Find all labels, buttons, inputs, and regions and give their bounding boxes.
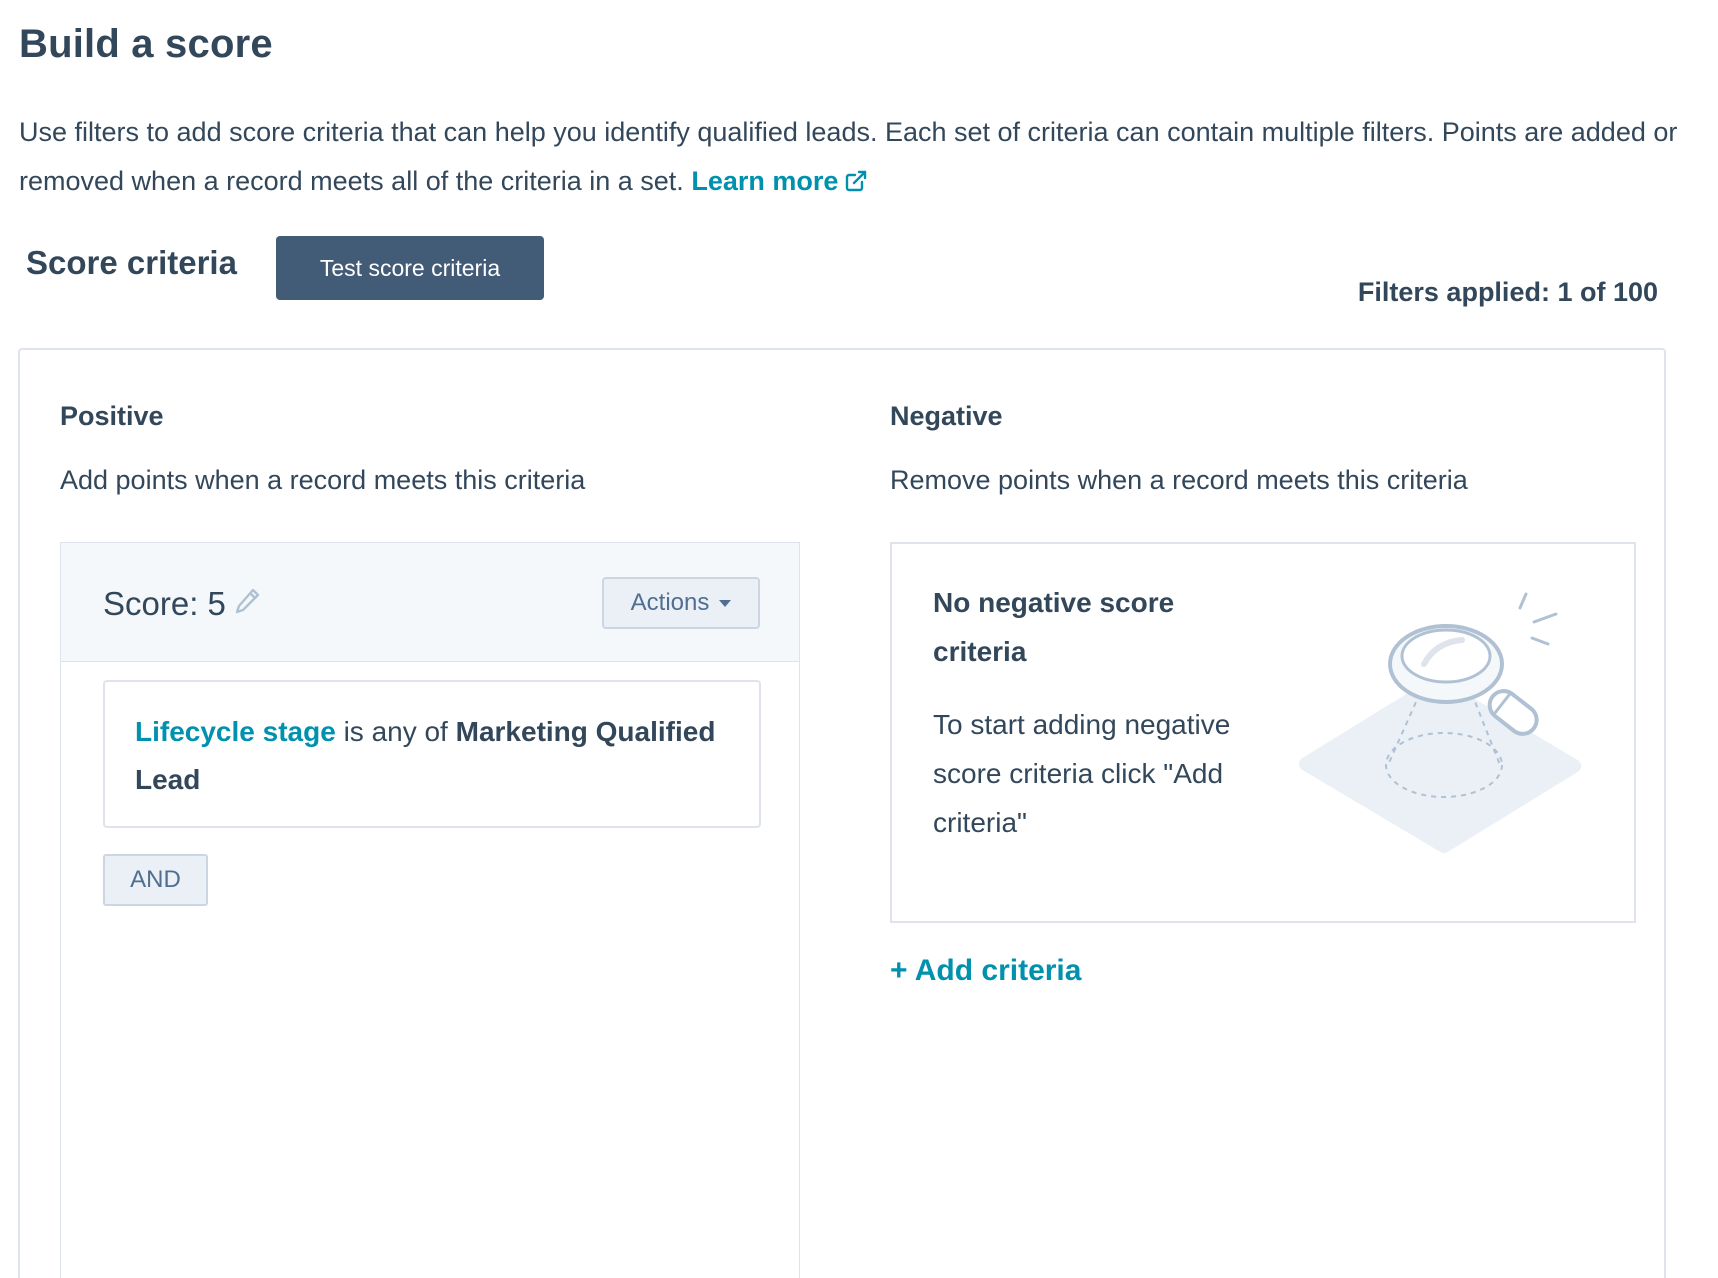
positive-description: Add points when a record meets this crit… bbox=[60, 465, 586, 495]
filter-card[interactable]: Lifecycle stage is any of Marketing Qual… bbox=[103, 680, 761, 828]
filter-property[interactable]: Lifecycle stage bbox=[135, 716, 336, 747]
criteria-group-header: Score: 5 Actions bbox=[61, 543, 799, 662]
intro-text: Use filters to add score criteria that c… bbox=[19, 108, 1699, 206]
empty-state-title: No negative score criteria bbox=[933, 587, 1175, 667]
page-title: Build a score bbox=[19, 22, 273, 66]
external-link-icon bbox=[846, 170, 867, 192]
caret-down-icon bbox=[719, 599, 732, 607]
positive-criteria-group: Score: 5 Actions Lifecycle stage is any … bbox=[60, 542, 800, 1278]
positive-title: Positive bbox=[60, 401, 164, 431]
test-score-criteria-button[interactable]: Test score criteria bbox=[276, 236, 544, 300]
score-criteria-heading: Score criteria bbox=[26, 244, 237, 281]
filters-applied-count: Filters applied: 1 of 100 bbox=[1357, 277, 1658, 307]
filter-operator: is any of bbox=[343, 716, 448, 747]
negative-empty-state: No negative score criteria To start addi… bbox=[890, 542, 1636, 923]
learn-more-label: Learn more bbox=[691, 166, 839, 196]
and-button[interactable]: AND bbox=[103, 854, 208, 906]
pencil-icon[interactable] bbox=[233, 587, 261, 617]
empty-state-description: To start adding negative score criteria … bbox=[933, 709, 1231, 838]
learn-more-link[interactable]: Learn more bbox=[691, 166, 868, 196]
build-score-page: Build a score Use filters to add score c… bbox=[0, 0, 1718, 1278]
actions-dropdown[interactable]: Actions bbox=[602, 577, 760, 629]
negative-title: Negative bbox=[890, 401, 1003, 431]
actions-label: Actions bbox=[630, 589, 710, 616]
add-criteria-button[interactable]: + Add criteria bbox=[890, 954, 1081, 988]
magnifying-glass-icon bbox=[1299, 592, 1581, 853]
negative-description: Remove points when a record meets this c… bbox=[890, 465, 1468, 495]
score-label: Score: 5 bbox=[103, 585, 226, 622]
